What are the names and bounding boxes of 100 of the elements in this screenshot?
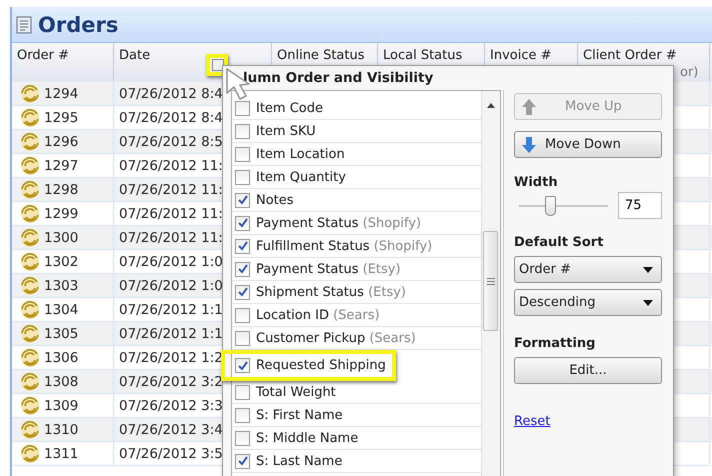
table-cell: 1308 <box>44 374 78 390</box>
table-cell: 07/26/2012 1:0 <box>119 254 223 270</box>
move-down-button[interactable]: Move Down <box>514 131 662 158</box>
table-cell: 1304 <box>44 302 78 318</box>
window-title: Orders <box>38 12 118 36</box>
scrollbar[interactable] <box>481 91 500 476</box>
checkbox[interactable] <box>235 430 250 446</box>
table-cell: 07/26/2012 3:4 <box>119 422 223 438</box>
list-item[interactable]: Total Weight <box>232 381 481 404</box>
swirl-icon <box>20 276 40 296</box>
column-chooser-button[interactable] <box>212 59 224 71</box>
checkbox[interactable] <box>235 216 250 230</box>
list-item[interactable]: Customer Pickup (Sears) <box>232 327 481 350</box>
table-cell: 07/26/2012 3:2 <box>119 374 223 390</box>
up-arrow-icon[interactable] <box>487 103 495 108</box>
swirl-icon <box>20 252 40 272</box>
reset-link[interactable]: Reset <box>514 414 550 429</box>
swirl-icon <box>20 372 40 392</box>
table-cell: 1303 <box>44 278 78 294</box>
checkbox[interactable] <box>235 238 250 254</box>
list-item[interactable]: Notes <box>232 189 481 212</box>
list-item[interactable]: Shipment Status (Etsy) <box>232 281 481 304</box>
swirl-icon <box>20 348 40 368</box>
table-cell: 1296 <box>44 134 78 150</box>
table-cell: 1300 <box>44 230 78 246</box>
checkbox[interactable] <box>235 408 250 422</box>
table-cell: 1302 <box>44 254 78 270</box>
down-arrow-icon <box>521 136 537 154</box>
table-cell: 07/26/2012 11: <box>119 158 223 174</box>
list-item[interactable]: Item Quantity <box>232 166 481 189</box>
column-header[interactable]: Online Status <box>277 48 364 63</box>
list-item[interactable]: Fulfillment Status (Shopify) <box>232 235 481 258</box>
list-item[interactable]: Item Code <box>232 97 481 120</box>
column-header[interactable]: Date <box>119 48 150 63</box>
section-label: Width <box>514 175 559 190</box>
swirl-icon <box>20 156 40 176</box>
checkbox[interactable] <box>235 284 250 300</box>
scrollbar-thumb[interactable] <box>483 231 498 331</box>
checkbox[interactable] <box>235 358 250 373</box>
column-header[interactable]: Local Status <box>383 48 462 63</box>
swirl-icon <box>20 396 40 416</box>
table-cell: 1297 <box>44 158 78 174</box>
list-item[interactable]: S: Middle Name <box>232 427 481 450</box>
list-item[interactable]: S: Last Name <box>232 450 481 473</box>
table-cell: 1299 <box>44 206 78 222</box>
width-field[interactable]: 75 <box>618 192 662 219</box>
swirl-icon <box>20 132 40 152</box>
table-cell: 1295 <box>44 110 78 126</box>
checkbox[interactable] <box>235 170 250 184</box>
list-item[interactable]: Payment Status (Etsy) <box>232 258 481 281</box>
checkbox[interactable] <box>235 454 250 468</box>
checkbox[interactable] <box>235 146 250 162</box>
table-cell: 1298 <box>44 182 78 198</box>
document-icon <box>16 16 32 34</box>
swirl-icon <box>20 204 40 224</box>
table-cell: 07/26/2012 3:3 <box>119 398 223 414</box>
table-cell: 07/26/2012 1:2 <box>119 350 223 366</box>
grip-icon <box>486 278 494 284</box>
checkbox[interactable] <box>235 308 250 322</box>
checkbox[interactable] <box>235 192 250 208</box>
dropdown[interactable]: Descending <box>514 289 662 316</box>
list-item[interactable]: S: First Name <box>232 404 481 427</box>
edit-button[interactable]: Edit... <box>514 357 662 384</box>
list-item[interactable]: Requested Shipping <box>232 354 392 377</box>
table-cell: 07/26/2012 1:1 <box>119 302 223 318</box>
column-header[interactable]: Client Order # <box>583 48 677 63</box>
list-item[interactable]: Location ID (Sears) <box>232 304 481 327</box>
checkbox[interactable] <box>235 100 250 116</box>
table-cell: 07/26/2012 8:4 <box>119 86 223 102</box>
swirl-icon <box>20 420 40 440</box>
table-cell: 07/26/2012 11: <box>119 206 223 222</box>
slider-thumb[interactable] <box>545 196 556 216</box>
swirl-icon <box>20 84 40 104</box>
list-item[interactable]: Item Location <box>232 143 481 166</box>
table-cell: 07/26/2012 1:0 <box>119 278 223 294</box>
swirl-icon <box>20 228 40 248</box>
checkbox[interactable] <box>235 330 250 346</box>
table-cell: 07/26/2012 3:5 <box>119 446 223 462</box>
swirl-icon <box>20 300 40 320</box>
column-header[interactable]: Order # <box>17 48 69 63</box>
table-cell: 1306 <box>44 350 78 366</box>
table-cell: 1305 <box>44 326 78 342</box>
swirl-icon <box>20 444 40 464</box>
table-cell: 1309 <box>44 398 78 414</box>
dropdown[interactable]: Order # <box>514 256 662 283</box>
table-cell: 07/26/2012 8:4 <box>119 110 223 126</box>
table-cell: 07/26/2012 1:1 <box>119 326 223 342</box>
checkbox[interactable] <box>235 262 250 276</box>
checkbox[interactable] <box>235 384 250 400</box>
popup-title: lumn Order and Visibility <box>243 70 434 86</box>
column-header: or) <box>680 65 698 80</box>
table-cell: 1294 <box>44 86 78 102</box>
table-cell: 1310 <box>44 422 78 438</box>
list-item[interactable]: Payment Status (Shopify) <box>232 212 481 235</box>
swirl-icon <box>20 180 40 200</box>
table-cell: 07/26/2012 11: <box>119 182 223 198</box>
column-header[interactable]: Invoice # <box>490 48 552 63</box>
checkbox[interactable] <box>235 124 250 138</box>
swirl-icon <box>20 108 40 128</box>
list-item[interactable]: Item SKU <box>232 120 481 143</box>
